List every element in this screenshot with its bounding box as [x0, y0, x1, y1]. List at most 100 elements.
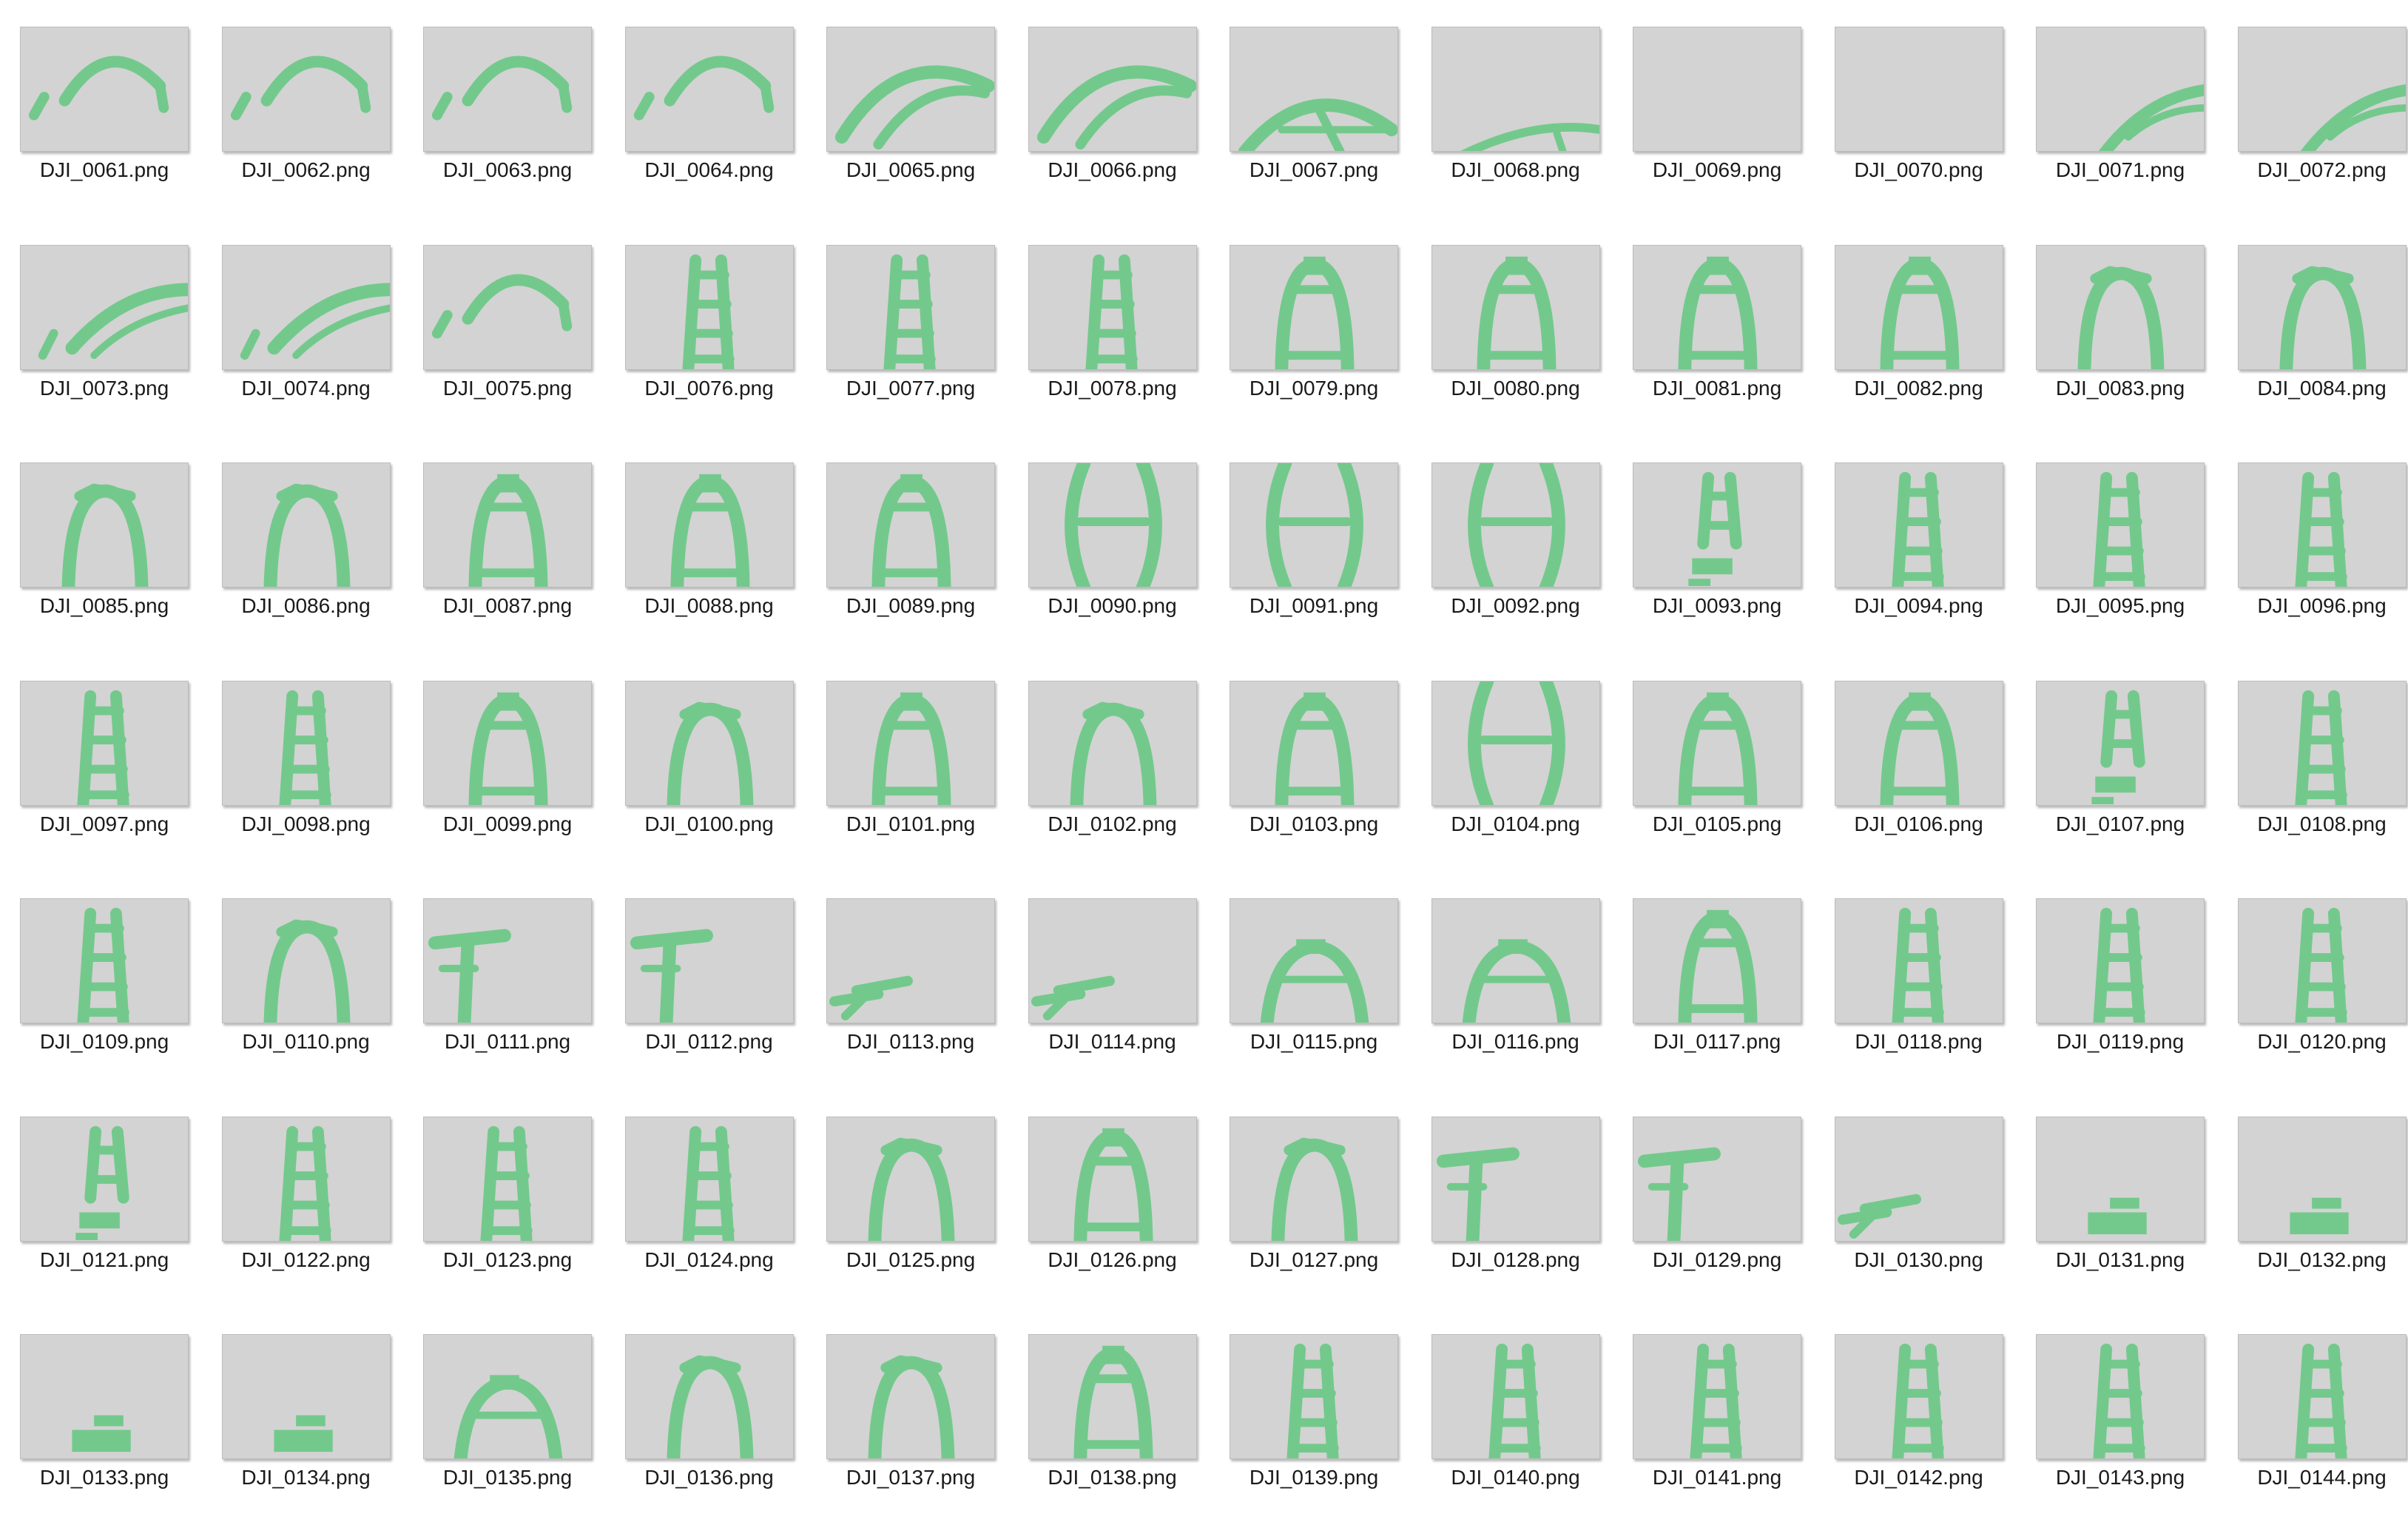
- file-item[interactable]: DJI_0119.png: [2016, 872, 2217, 1089]
- file-thumbnail[interactable]: [826, 462, 995, 588]
- file-item[interactable]: DJI_0080.png: [1412, 218, 1613, 436]
- file-item[interactable]: DJI_0068.png: [1412, 0, 1613, 218]
- file-thumbnail[interactable]: [1431, 27, 1600, 152]
- file-name-label[interactable]: DJI_0140.png: [1412, 1466, 1620, 1489]
- file-name-label[interactable]: DJI_0094.png: [1815, 594, 2023, 618]
- file-name-label[interactable]: DJI_0138.png: [1008, 1466, 1217, 1489]
- file-item[interactable]: DJI_0132.png: [2218, 1090, 2408, 1307]
- file-name-label[interactable]: DJI_0124.png: [605, 1248, 814, 1272]
- file-item[interactable]: DJI_0103.png: [1210, 654, 1411, 872]
- file-item[interactable]: DJI_0094.png: [1815, 436, 2016, 653]
- file-name-label[interactable]: DJI_0076.png: [605, 377, 814, 400]
- file-thumbnail[interactable]: [1028, 245, 1197, 370]
- file-item[interactable]: DJI_0076.png: [605, 218, 806, 436]
- file-item[interactable]: DJI_0111.png: [403, 872, 604, 1089]
- file-thumbnail[interactable]: [423, 245, 592, 370]
- file-item[interactable]: DJI_0110.png: [202, 872, 403, 1089]
- file-item[interactable]: DJI_0105.png: [1613, 654, 1814, 872]
- file-thumbnail[interactable]: [2238, 681, 2407, 806]
- file-name-label[interactable]: DJI_0112.png: [605, 1030, 814, 1054]
- file-item[interactable]: DJI_0092.png: [1412, 436, 1613, 653]
- file-name-label[interactable]: DJI_0090.png: [1008, 594, 1217, 618]
- file-name-label[interactable]: DJI_0091.png: [1210, 594, 1418, 618]
- file-name-label[interactable]: DJI_0104.png: [1412, 812, 1620, 836]
- file-thumbnail[interactable]: [222, 1117, 391, 1242]
- file-thumbnail[interactable]: [826, 898, 995, 1023]
- file-item[interactable]: DJI_0065.png: [806, 0, 1008, 218]
- file-item[interactable]: DJI_0078.png: [1008, 218, 1210, 436]
- file-thumbnail[interactable]: [625, 681, 794, 806]
- file-thumbnail[interactable]: [20, 245, 189, 370]
- file-name-label[interactable]: DJI_0136.png: [605, 1466, 814, 1489]
- file-thumbnail[interactable]: [1028, 1117, 1197, 1242]
- file-thumbnail[interactable]: [423, 1117, 592, 1242]
- file-item[interactable]: DJI_0089.png: [806, 436, 1008, 653]
- file-item[interactable]: DJI_0127.png: [1210, 1090, 1411, 1307]
- file-thumbnail[interactable]: [2036, 898, 2205, 1023]
- file-name-label[interactable]: DJI_0088.png: [605, 594, 814, 618]
- file-item[interactable]: DJI_0144.png: [2218, 1307, 2408, 1525]
- file-thumbnail[interactable]: [20, 898, 189, 1023]
- file-thumbnail[interactable]: [222, 681, 391, 806]
- file-thumbnail[interactable]: [2238, 898, 2407, 1023]
- file-name-label[interactable]: DJI_0101.png: [806, 812, 1015, 836]
- file-thumbnail[interactable]: [222, 462, 391, 588]
- file-item[interactable]: DJI_0129.png: [1613, 1090, 1814, 1307]
- file-thumbnail[interactable]: [20, 1117, 189, 1242]
- file-name-label[interactable]: DJI_0105.png: [1613, 812, 1821, 836]
- file-thumbnail[interactable]: [1431, 681, 1600, 806]
- file-thumbnail[interactable]: [1431, 1334, 1600, 1459]
- file-thumbnail[interactable]: [1028, 462, 1197, 588]
- file-item[interactable]: DJI_0116.png: [1412, 872, 1613, 1089]
- file-thumbnail[interactable]: [1230, 1334, 1398, 1459]
- file-name-label[interactable]: DJI_0095.png: [2016, 594, 2225, 618]
- file-thumbnail[interactable]: [1835, 898, 2003, 1023]
- file-thumbnail[interactable]: [423, 462, 592, 588]
- file-item[interactable]: DJI_0079.png: [1210, 218, 1411, 436]
- file-name-label[interactable]: DJI_0102.png: [1008, 812, 1217, 836]
- file-item[interactable]: DJI_0142.png: [1815, 1307, 2016, 1525]
- file-thumbnail[interactable]: [1230, 898, 1398, 1023]
- file-name-label[interactable]: DJI_0133.png: [0, 1466, 209, 1489]
- file-thumbnail[interactable]: [20, 27, 189, 152]
- file-name-label[interactable]: DJI_0083.png: [2016, 377, 2225, 400]
- file-item[interactable]: DJI_0097.png: [0, 654, 201, 872]
- file-name-label[interactable]: DJI_0106.png: [1815, 812, 2023, 836]
- file-name-label[interactable]: DJI_0128.png: [1412, 1248, 1620, 1272]
- file-item[interactable]: DJI_0073.png: [0, 218, 201, 436]
- file-item[interactable]: DJI_0143.png: [2016, 1307, 2217, 1525]
- file-thumbnail[interactable]: [1633, 27, 1801, 152]
- file-name-label[interactable]: DJI_0066.png: [1008, 158, 1217, 182]
- file-name-label[interactable]: DJI_0081.png: [1613, 377, 1821, 400]
- file-name-label[interactable]: DJI_0143.png: [2016, 1466, 2225, 1489]
- file-item[interactable]: DJI_0122.png: [202, 1090, 403, 1307]
- file-name-label[interactable]: DJI_0061.png: [0, 158, 209, 182]
- file-name-label[interactable]: DJI_0131.png: [2016, 1248, 2225, 1272]
- file-item[interactable]: DJI_0096.png: [2218, 436, 2408, 653]
- file-name-label[interactable]: DJI_0064.png: [605, 158, 814, 182]
- file-name-label[interactable]: DJI_0103.png: [1210, 812, 1418, 836]
- file-item[interactable]: DJI_0112.png: [605, 872, 806, 1089]
- file-name-label[interactable]: DJI_0108.png: [2218, 812, 2408, 836]
- file-thumbnail[interactable]: [1633, 462, 1801, 588]
- file-thumbnail[interactable]: [423, 27, 592, 152]
- file-thumbnail[interactable]: [423, 898, 592, 1023]
- file-item[interactable]: DJI_0128.png: [1412, 1090, 1613, 1307]
- file-name-label[interactable]: DJI_0142.png: [1815, 1466, 2023, 1489]
- file-name-label[interactable]: DJI_0120.png: [2218, 1030, 2408, 1054]
- file-thumbnail[interactable]: [1230, 462, 1398, 588]
- file-name-label[interactable]: DJI_0144.png: [2218, 1466, 2408, 1489]
- file-item[interactable]: DJI_0135.png: [403, 1307, 604, 1525]
- file-name-label[interactable]: DJI_0098.png: [202, 812, 411, 836]
- file-item[interactable]: DJI_0074.png: [202, 218, 403, 436]
- file-item[interactable]: DJI_0106.png: [1815, 654, 2016, 872]
- file-name-label[interactable]: DJI_0137.png: [806, 1466, 1015, 1489]
- file-name-label[interactable]: DJI_0111.png: [403, 1030, 612, 1054]
- file-item[interactable]: DJI_0099.png: [403, 654, 604, 872]
- file-name-label[interactable]: DJI_0123.png: [403, 1248, 612, 1272]
- file-item[interactable]: DJI_0066.png: [1008, 0, 1210, 218]
- file-item[interactable]: DJI_0140.png: [1412, 1307, 1613, 1525]
- file-thumbnail[interactable]: [826, 1334, 995, 1459]
- file-name-label[interactable]: DJI_0082.png: [1815, 377, 2023, 400]
- file-item[interactable]: DJI_0071.png: [2016, 0, 2217, 218]
